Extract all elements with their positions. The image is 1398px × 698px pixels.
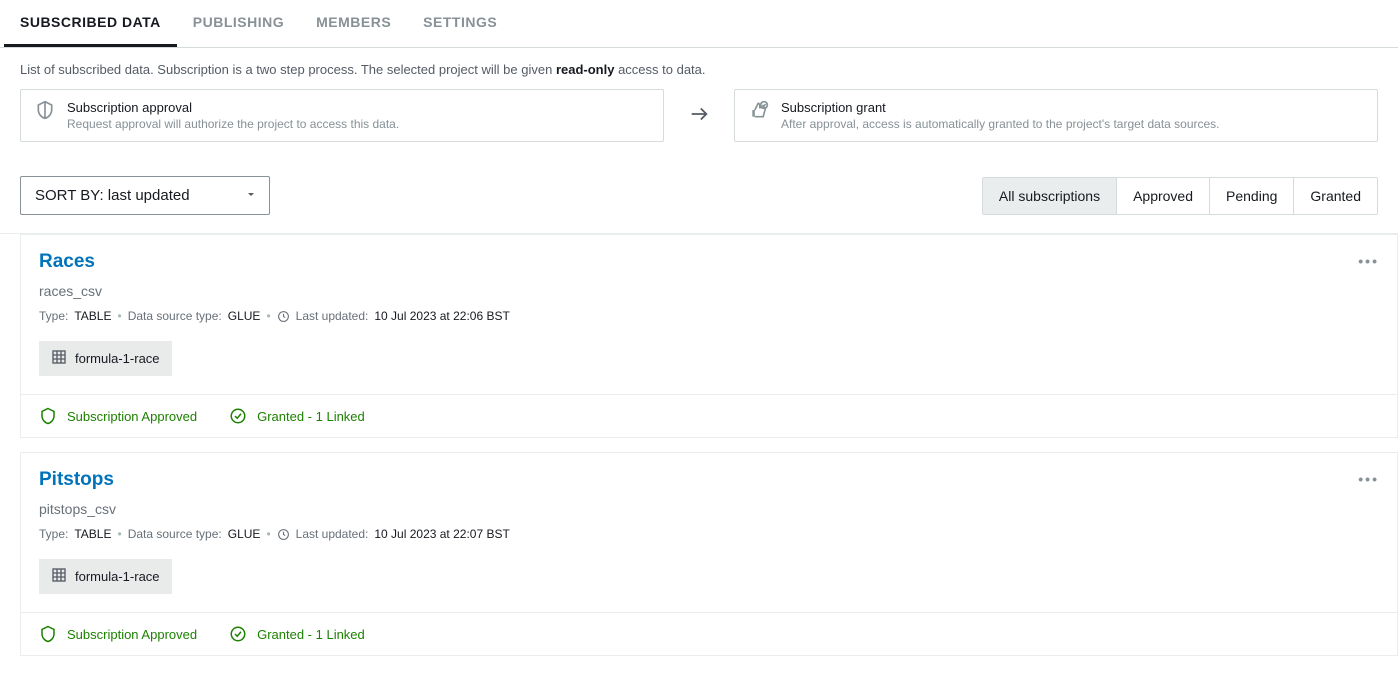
tab-settings[interactable]: SETTINGS bbox=[407, 0, 513, 47]
sort-label: SORT BY: last updated bbox=[35, 187, 190, 204]
status-granted: Granted - 1 Linked bbox=[229, 407, 365, 425]
status-granted-label: Granted - 1 Linked bbox=[257, 409, 365, 424]
meta-source-value: GLUE bbox=[228, 527, 261, 541]
status-approved: Subscription Approved bbox=[39, 625, 197, 643]
status-granted: Granted - 1 Linked bbox=[229, 625, 365, 643]
domain-tag-label: formula-1-race bbox=[75, 569, 160, 584]
domain-tag[interactable]: formula-1-race bbox=[39, 341, 172, 376]
meta-type-value: TABLE bbox=[74, 527, 111, 541]
intro-text: List of subscribed data. Subscription is… bbox=[0, 48, 1398, 89]
item-subtitle: races_csv bbox=[39, 283, 1379, 299]
subscription-item: ••• Pitstops pitstops_csv Type:TABLE • D… bbox=[20, 452, 1398, 656]
thumbs-up-check-icon bbox=[749, 100, 769, 123]
arrow-right-icon bbox=[688, 103, 710, 128]
flow-approval-desc: Request approval will authorize the proj… bbox=[67, 117, 399, 131]
meta-updated-label: Last updated: bbox=[296, 527, 369, 541]
filter-all[interactable]: All subscriptions bbox=[983, 178, 1116, 214]
filter-approved[interactable]: Approved bbox=[1116, 178, 1209, 214]
meta-updated-value: 10 Jul 2023 at 22:06 BST bbox=[374, 309, 509, 323]
meta-source-label: Data source type: bbox=[128, 527, 222, 541]
sort-select[interactable]: SORT BY: last updated bbox=[20, 176, 270, 215]
process-flow: Subscription approval Request approval w… bbox=[0, 89, 1398, 158]
tab-bar: SUBSCRIBED DATA PUBLISHING MEMBERS SETTI… bbox=[0, 0, 1398, 48]
status-approved: Subscription Approved bbox=[39, 407, 197, 425]
item-title-link[interactable]: Pitstops bbox=[39, 469, 1379, 491]
item-title-link[interactable]: Races bbox=[39, 251, 1379, 273]
intro-suffix: access to data. bbox=[614, 62, 705, 77]
intro-prefix: List of subscribed data. Subscription is… bbox=[20, 62, 556, 77]
more-actions-button[interactable]: ••• bbox=[1358, 471, 1379, 487]
subscription-item: ••• Races races_csv Type:TABLE • Data so… bbox=[20, 234, 1398, 438]
meta-source-value: GLUE bbox=[228, 309, 261, 323]
item-meta: Type:TABLE • Data source type:GLUE • Las… bbox=[39, 309, 1379, 323]
domain-tag[interactable]: formula-1-race bbox=[39, 559, 172, 594]
status-row: Subscription Approved Granted - 1 Linked bbox=[21, 394, 1397, 437]
tab-subscribed-data[interactable]: SUBSCRIBED DATA bbox=[4, 0, 177, 47]
meta-updated-label: Last updated: bbox=[296, 309, 369, 323]
more-actions-button[interactable]: ••• bbox=[1358, 253, 1379, 269]
meta-updated-value: 10 Jul 2023 at 22:07 BST bbox=[374, 527, 509, 541]
meta-type-label: Type: bbox=[39, 527, 68, 541]
shield-icon bbox=[35, 100, 55, 123]
flow-approval: Subscription approval Request approval w… bbox=[20, 89, 664, 142]
tab-members[interactable]: MEMBERS bbox=[300, 0, 407, 47]
filter-granted[interactable]: Granted bbox=[1293, 178, 1377, 214]
status-approved-label: Subscription Approved bbox=[67, 627, 197, 642]
meta-type-label: Type: bbox=[39, 309, 68, 323]
tab-publishing[interactable]: PUBLISHING bbox=[177, 0, 300, 47]
flow-approval-title: Subscription approval bbox=[67, 100, 399, 115]
filter-segment: All subscriptions Approved Pending Grant… bbox=[982, 177, 1378, 215]
domain-tag-label: formula-1-race bbox=[75, 351, 160, 366]
meta-type-value: TABLE bbox=[74, 309, 111, 323]
grid-icon bbox=[51, 567, 67, 586]
filter-pending[interactable]: Pending bbox=[1209, 178, 1293, 214]
caret-down-icon bbox=[245, 187, 257, 204]
clock-icon bbox=[277, 528, 290, 541]
grid-icon bbox=[51, 349, 67, 368]
item-subtitle: pitstops_csv bbox=[39, 501, 1379, 517]
intro-strong: read-only bbox=[556, 62, 615, 77]
item-meta: Type:TABLE • Data source type:GLUE • Las… bbox=[39, 527, 1379, 541]
flow-grant-desc: After approval, access is automatically … bbox=[781, 117, 1220, 131]
meta-source-label: Data source type: bbox=[128, 309, 222, 323]
flow-grant-title: Subscription grant bbox=[781, 100, 1220, 115]
clock-icon bbox=[277, 310, 290, 323]
flow-grant: Subscription grant After approval, acces… bbox=[734, 89, 1378, 142]
status-row: Subscription Approved Granted - 1 Linked bbox=[21, 612, 1397, 655]
toolbar: SORT BY: last updated All subscriptions … bbox=[0, 158, 1398, 234]
subscription-list: ••• Races races_csv Type:TABLE • Data so… bbox=[0, 234, 1398, 656]
status-approved-label: Subscription Approved bbox=[67, 409, 197, 424]
status-granted-label: Granted - 1 Linked bbox=[257, 627, 365, 642]
